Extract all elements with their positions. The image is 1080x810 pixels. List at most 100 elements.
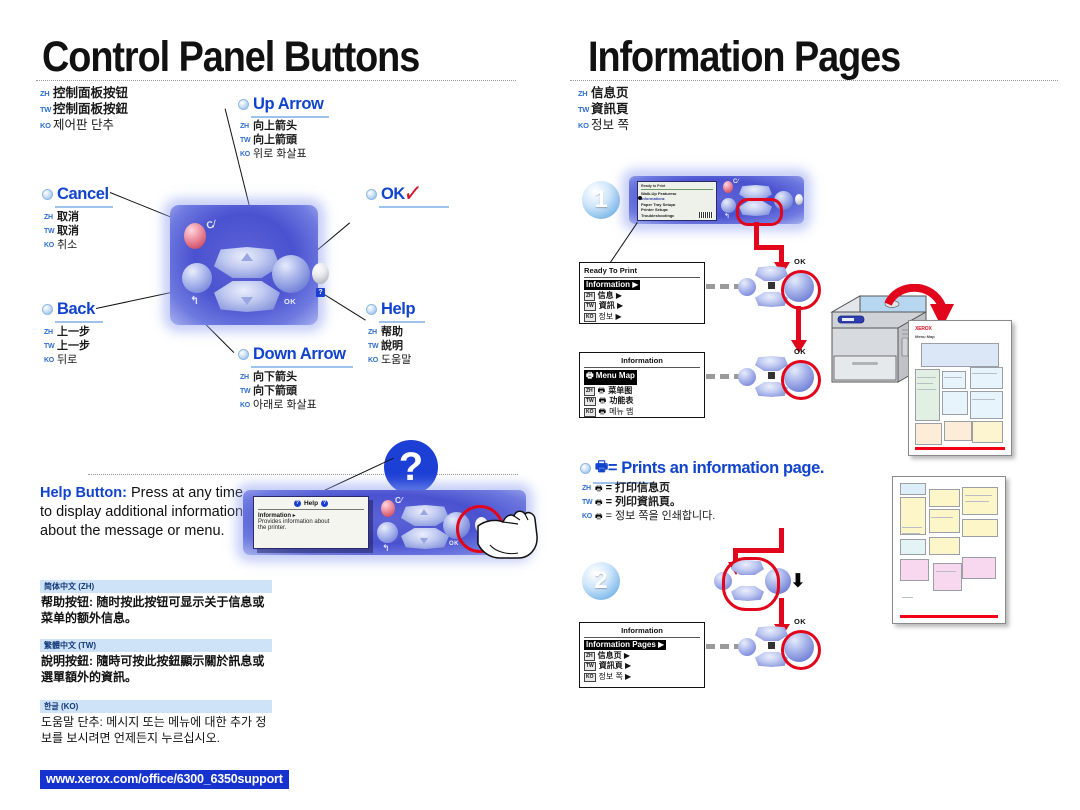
lcd-row-text: 資訊頁 ▶: [598, 661, 632, 671]
callout-label: Cancel: [57, 185, 109, 203]
step1-lcd-header: Ready to Print: [641, 184, 666, 188]
callout-label: OK: [381, 185, 405, 203]
lang-text: 帮助: [381, 326, 403, 338]
printer-icon: 🖶: [595, 484, 603, 493]
step1-cancel-button[interactable]: [723, 181, 733, 193]
back-key[interactable]: [738, 368, 756, 386]
center-marker: [768, 372, 775, 379]
ok-key-label: OK: [794, 617, 807, 626]
step1-help-button[interactable]: [795, 194, 803, 205]
bullet-icon: [238, 349, 249, 360]
right-column-title: Information Pages: [588, 33, 901, 81]
lcd-lang-tag: ZH: [584, 386, 595, 396]
lang-tag: TW: [44, 342, 55, 350]
ok-key-highlight-1: [781, 270, 821, 310]
lcd-lang-tag: TW: [584, 662, 596, 671]
help-icon-right: ?: [321, 500, 329, 507]
help-lcd-title: Help: [303, 500, 319, 507]
help-lcd-screen: ? Help ? Information ▸ Provides informat…: [253, 496, 369, 549]
lcd-ready-to-print: Ready To Print Information ▶ ZH 信息 ▶ TW 資訊…: [579, 262, 705, 324]
lang-tag: ZH: [40, 89, 50, 98]
left-title-rule: [36, 80, 516, 81]
back-key[interactable]: [738, 638, 756, 656]
language-block-ko: 한글 (KO) 도움말 단추: 메시지 또는 메뉴에 대한 추가 정보를 보시려…: [40, 700, 272, 747]
step1-back-button[interactable]: [721, 198, 736, 213]
left-title-langs: ZH 控制面板按钮 TW 控制面板按鈕 KO 제어판 단추: [40, 86, 128, 133]
bullet-icon: [580, 462, 591, 474]
lang-text: 위로 화살표: [253, 147, 307, 160]
right-title-langs: ZH 信息页 TW 資訊頁 KO 정보 쪽: [578, 86, 629, 133]
language-body: 도움말 단추: 메시지 또는 메뉴에 대한 추가 정보를 보시려면 언제든지 누…: [41, 715, 267, 745]
lang-text: 정보 쪽: [591, 117, 629, 132]
lcd-information-pages: Information Information Pages ▶ ZH 信息页 ▶ …: [579, 622, 705, 688]
ok-button-label: OK: [284, 297, 297, 306]
lcd-row-text: 功能表: [609, 396, 634, 406]
lcd-selected-item[interactable]: Information Pages ▶: [584, 640, 667, 650]
cancel-button-small[interactable]: [381, 500, 395, 517]
language-bar: 한글 (KO): [40, 700, 272, 713]
lcd-selected-item[interactable]: Information ▶: [584, 280, 641, 290]
lcd-row-text: 정보 쪽 ▶: [598, 671, 632, 681]
help-button[interactable]: [312, 263, 329, 284]
cancel-button[interactable]: [184, 223, 206, 249]
red-flow-seg: [733, 548, 784, 553]
lcd-header: Ready To Print: [584, 266, 638, 275]
lang-text: = 打印信息页: [605, 482, 671, 494]
lcd-row-text: 信息 ▶: [597, 290, 623, 300]
ok-checkmark-icon: ✓: [402, 176, 424, 210]
lcd-selected-item[interactable]: 🖶 Menu Map: [584, 370, 637, 385]
lcd-selected-text: Menu Map: [595, 371, 635, 380]
step-2-badge: 2: [582, 562, 620, 600]
lang-text: 控制面板按鈕: [53, 101, 129, 116]
ok-button[interactable]: [272, 255, 310, 293]
lang-text: = 列印資訊頁。: [605, 495, 682, 508]
lcd-lang-tag: ZH: [584, 291, 595, 301]
lang-text: 控制面板按钮: [53, 86, 129, 100]
ok-label-small: OK: [449, 541, 459, 547]
lang-tag: ZH: [368, 329, 377, 336]
up-arrow-button[interactable]: [214, 247, 280, 278]
back-arrow-icon: ↰: [190, 295, 200, 307]
step-1-badge: 1: [582, 181, 620, 219]
back-arrow-icon-small: ↰: [382, 543, 390, 553]
lang-tag: KO: [44, 241, 54, 249]
help-lcd-line1: Information ▸: [258, 513, 296, 519]
printed-menu-map-sheet: XEROX Menu Map: [908, 320, 1012, 456]
bullet-icon: [42, 304, 53, 315]
language-block-zh: 简体中文 (ZH) 帮助按钮: 随时按此按钮可显示关于信息或菜单的额外信息。: [40, 580, 272, 627]
lang-text: 뒤로: [57, 353, 78, 366]
callout-back: Back: [42, 300, 103, 323]
lang-text: 向上箭頭: [253, 133, 297, 146]
help-glyph-icon: ?: [316, 288, 325, 297]
cancel-langs: ZH 取消 TW 取消 KO 취소: [44, 211, 79, 253]
back-langs: ZH 上一步 TW 上一步 KO 뒤로: [44, 326, 90, 368]
lang-text: 資訊頁: [591, 101, 629, 116]
callout-label: Down Arrow: [253, 345, 346, 363]
callout-prints-page: 🖶= Prints an information page.: [580, 456, 824, 484]
lang-text: 上一步: [57, 339, 90, 352]
lang-text: 취소: [57, 238, 78, 251]
back-button-small[interactable]: [377, 522, 398, 543]
lang-tag: TW: [582, 498, 593, 506]
ok-key-highlight-2: [781, 360, 821, 400]
lang-tag: ZH: [578, 89, 588, 98]
printer-icon: 🖶: [598, 396, 607, 406]
back-key[interactable]: [738, 278, 756, 296]
back-button[interactable]: [182, 263, 212, 293]
lang-text: 上一步: [57, 326, 90, 338]
printer-icon: 🖶: [597, 385, 606, 395]
lcd-row-text: 菜单图: [608, 385, 633, 395]
printer-icon: 🖶: [595, 497, 603, 507]
lang-tag: ZH: [240, 374, 249, 381]
pointing-hand-icon: [477, 510, 538, 559]
help-langs: ZH 帮助 TW 說明 KO 도움말: [368, 326, 411, 368]
help-lcd-line3: the printer.: [258, 525, 287, 531]
lcd-row-text: 정보 ▶: [598, 311, 622, 321]
lang-tag: ZH: [582, 485, 591, 492]
lang-text: 說明: [381, 339, 403, 352]
support-url-link[interactable]: www.xerox.com/office/6300_6350support: [40, 770, 289, 789]
cancel-glyph-icon: C⁄: [205, 218, 218, 233]
printer-icon: 🖶: [598, 406, 607, 416]
lcd-lang-tag: KO: [584, 407, 596, 417]
lcd-row-text: 信息页 ▶: [597, 650, 631, 660]
